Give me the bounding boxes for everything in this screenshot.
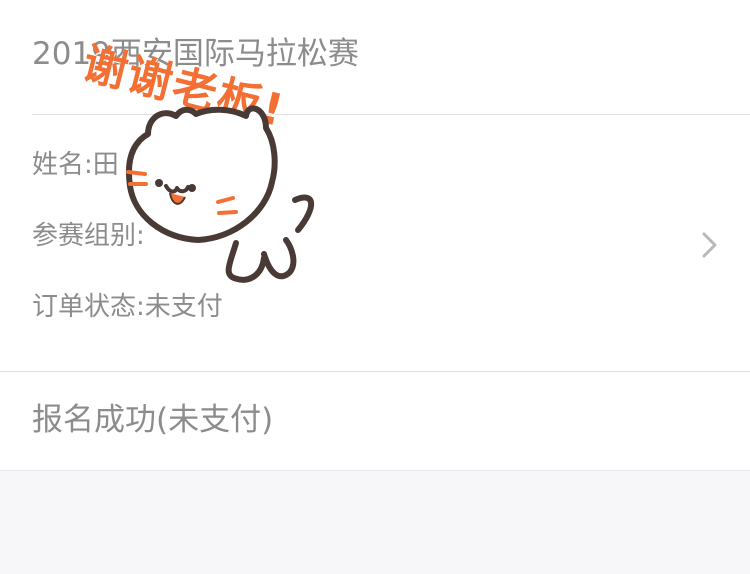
race-group: 参赛组别:	[32, 221, 145, 251]
bottom-divider	[0, 470, 750, 471]
participant-name: 姓名:田	[32, 150, 119, 180]
chevron-right-icon[interactable]	[699, 231, 721, 259]
registration-status: 报名成功(未支付)	[32, 402, 274, 438]
event-title: 2019西安国际马拉松赛	[32, 36, 359, 72]
order-detail-row[interactable]: 姓名:田 参赛组别: 订单状态:未支付	[0, 115, 750, 371]
section-divider	[0, 371, 750, 372]
order-card: 2019西安国际马拉松赛 姓名:田 参赛组别: 订单状态:未支付 报名成功(未支…	[0, 0, 750, 471]
order-screen: 2019西安国际马拉松赛 姓名:田 参赛组别: 订单状态:未支付 报名成功(未支…	[0, 0, 750, 574]
order-status: 订单状态:未支付	[32, 292, 223, 322]
